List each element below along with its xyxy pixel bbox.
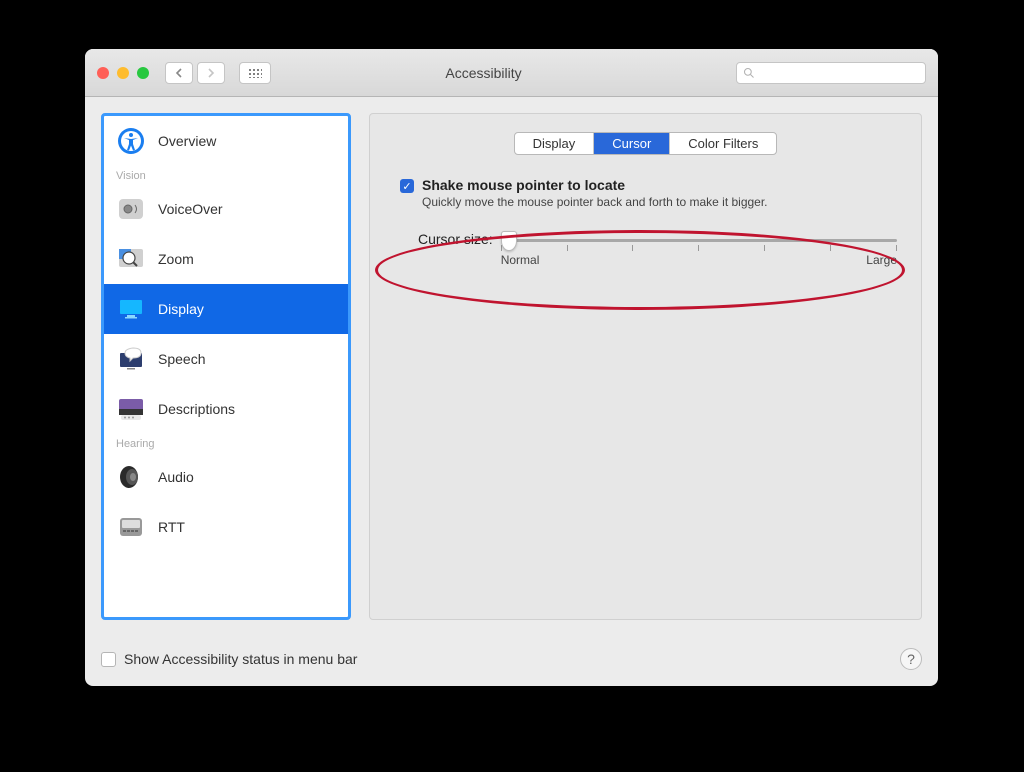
- audio-icon: [116, 462, 146, 492]
- sidebar-item-label: RTT: [158, 519, 185, 535]
- sidebar-item-voiceover[interactable]: VoiceOver: [104, 184, 348, 234]
- sidebar-item-label: Overview: [158, 133, 216, 149]
- search-icon: [743, 67, 755, 79]
- descriptions-icon: [116, 394, 146, 424]
- slider-max-label: Large: [866, 253, 897, 267]
- shake-pointer-label: Shake mouse pointer to locate: [422, 177, 768, 193]
- show-status-checkbox[interactable]: [101, 652, 116, 667]
- cursor-size-slider[interactable]: Normal Large: [501, 233, 897, 267]
- cursor-size-label: Cursor size:: [418, 231, 493, 247]
- sidebar-category-vision: Vision: [104, 166, 348, 184]
- sidebar-item-audio[interactable]: Audio: [104, 452, 348, 502]
- accessibility-prefpane: Accessibility Overview Vision VoiceOver: [85, 49, 938, 686]
- voiceover-icon: [116, 194, 146, 224]
- tab-display[interactable]: Display: [515, 133, 595, 154]
- sidebar-item-label: Descriptions: [158, 401, 235, 417]
- sidebar-item-rtt[interactable]: RTT: [104, 502, 348, 552]
- sidebar-item-label: Display: [158, 301, 204, 317]
- zoom-window-button[interactable]: [137, 67, 149, 79]
- rtt-icon: [116, 512, 146, 542]
- window-title: Accessibility: [241, 65, 726, 81]
- sidebar-item-label: Speech: [158, 351, 205, 367]
- footer: Show Accessibility status in menu bar ?: [101, 648, 922, 670]
- close-window-button[interactable]: [97, 67, 109, 79]
- zoom-icon: [116, 244, 146, 274]
- nav-buttons: [165, 62, 225, 84]
- shake-pointer-description: Quickly move the mouse pointer back and …: [422, 195, 768, 209]
- sidebar-item-overview[interactable]: Overview: [104, 116, 348, 166]
- sidebar[interactable]: Overview Vision VoiceOver Zoom Display: [101, 113, 351, 620]
- main-panel: Display Cursor Color Filters ✓ Shake mou…: [369, 113, 922, 620]
- slider-min-label: Normal: [501, 253, 540, 267]
- sidebar-item-label: VoiceOver: [158, 201, 223, 217]
- accessibility-icon: [116, 126, 146, 156]
- forward-button[interactable]: [197, 62, 225, 84]
- search-field[interactable]: [736, 62, 926, 84]
- sidebar-item-label: Zoom: [158, 251, 194, 267]
- sidebar-item-descriptions[interactable]: Descriptions: [104, 384, 348, 434]
- back-button[interactable]: [165, 62, 193, 84]
- sidebar-item-zoom[interactable]: Zoom: [104, 234, 348, 284]
- tab-cursor[interactable]: Cursor: [594, 133, 670, 154]
- slider-thumb[interactable]: [501, 231, 517, 251]
- shake-pointer-checkbox[interactable]: ✓: [400, 179, 414, 193]
- show-status-label: Show Accessibility status in menu bar: [124, 651, 357, 667]
- titlebar: Accessibility: [85, 49, 938, 97]
- display-icon: [116, 294, 146, 324]
- sidebar-item-display[interactable]: Display: [104, 284, 348, 334]
- sidebar-category-hearing: Hearing: [104, 434, 348, 452]
- window-controls: [97, 67, 149, 79]
- minimize-window-button[interactable]: [117, 67, 129, 79]
- speech-icon: [116, 344, 146, 374]
- help-button[interactable]: ?: [900, 648, 922, 670]
- sidebar-item-label: Audio: [158, 469, 194, 485]
- tab-group: Display Cursor Color Filters: [514, 132, 778, 155]
- sidebar-item-speech[interactable]: Speech: [104, 334, 348, 384]
- tab-color-filters[interactable]: Color Filters: [670, 133, 776, 154]
